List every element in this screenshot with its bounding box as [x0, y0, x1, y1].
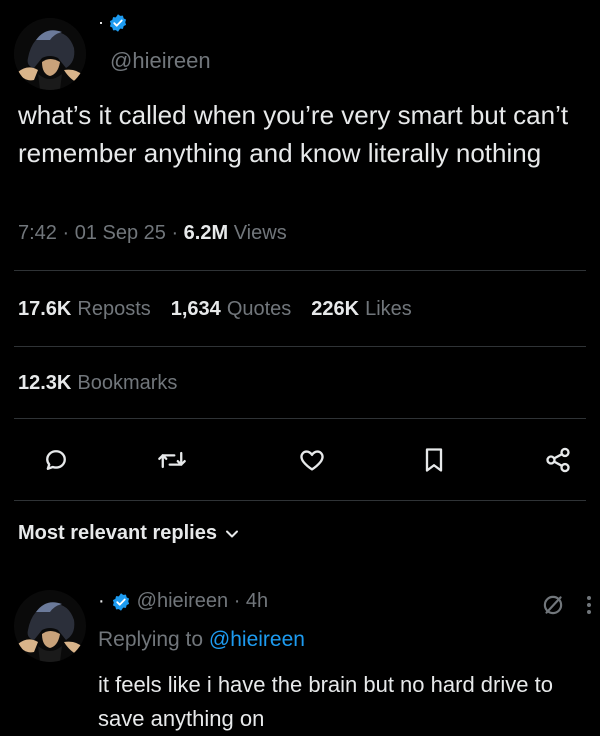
reply-header: · @hieireen · 4h [98, 590, 268, 613]
tweet-meta: 7:42 · 01 Sep 25 · 6.2M Views [18, 222, 287, 245]
author-name[interactable]: · [98, 12, 104, 33]
bookmarks-label: Bookmarks [77, 372, 178, 394]
like-button[interactable] [292, 440, 332, 480]
like-icon [300, 450, 324, 471]
tweet-timestamp[interactable]: 7:42 · 01 Sep 25 · [18, 222, 184, 244]
bookmark-icon [425, 448, 443, 472]
action-bar [18, 440, 582, 480]
views-label: Views [233, 222, 287, 244]
reposts-label: Reposts [77, 298, 151, 320]
reposts-count: 17.6K [18, 298, 72, 320]
repost-icon [158, 451, 186, 469]
verified-badge-icon [112, 592, 129, 611]
likes-stat[interactable]: 226K Likes [311, 298, 412, 321]
share-button[interactable] [538, 440, 578, 480]
quotes-stat[interactable]: 1,634 Quotes [171, 298, 292, 321]
reply-author-name[interactable]: · [98, 590, 105, 613]
avatar-image [14, 18, 86, 90]
tweet-header: · @hieireen [14, 10, 584, 90]
avatar-image [14, 590, 86, 662]
reply-icons [540, 592, 594, 618]
tweet-text: what’s it called when you’re very smart … [18, 100, 569, 168]
bookmarks-count: 12.3K [18, 372, 72, 394]
views-count: 6.2M [183, 222, 229, 244]
reply-text: it feels like i have the brain but no ha… [98, 672, 553, 731]
tweet-stats: 17.6K Reposts 1,634 Quotes 226K Likes [18, 298, 412, 321]
likes-label: Likes [365, 298, 412, 320]
likes-count: 226K [311, 298, 360, 320]
bookmark-button[interactable] [414, 440, 454, 480]
quotes-label: Quotes [226, 298, 292, 320]
grok-icon[interactable] [540, 592, 566, 618]
share-icon [546, 447, 570, 473]
divider [14, 270, 586, 271]
replies-sort-label: Most relevant replies [18, 522, 217, 544]
repost-button[interactable] [152, 440, 192, 480]
author-name-row[interactable]: · [98, 12, 128, 33]
more-options-icon[interactable] [584, 592, 594, 618]
reply-handle-time[interactable]: @hieireen · 4h [137, 590, 268, 613]
reply-icon [46, 450, 66, 470]
replying-to-link[interactable]: @hieireen [209, 628, 305, 651]
divider [14, 346, 586, 347]
replies-sort-dropdown[interactable]: Most relevant replies [18, 522, 239, 545]
author-handle[interactable]: @hieireen [110, 48, 211, 74]
divider [14, 418, 586, 419]
chevron-down-icon [225, 530, 238, 537]
verified-badge-icon [109, 13, 127, 32]
divider [14, 500, 586, 501]
replying-to-line: Replying to @hieireen [98, 628, 305, 652]
quotes-count: 1,634 [170, 298, 221, 320]
avatar[interactable] [14, 18, 86, 90]
reply-avatar[interactable] [14, 590, 86, 662]
bookmarks-stat[interactable]: 12.3K Bookmarks [18, 372, 177, 395]
replying-prefix: Replying to [98, 628, 209, 651]
reply-button[interactable] [36, 440, 76, 480]
reposts-stat[interactable]: 17.6K Reposts [18, 298, 151, 321]
